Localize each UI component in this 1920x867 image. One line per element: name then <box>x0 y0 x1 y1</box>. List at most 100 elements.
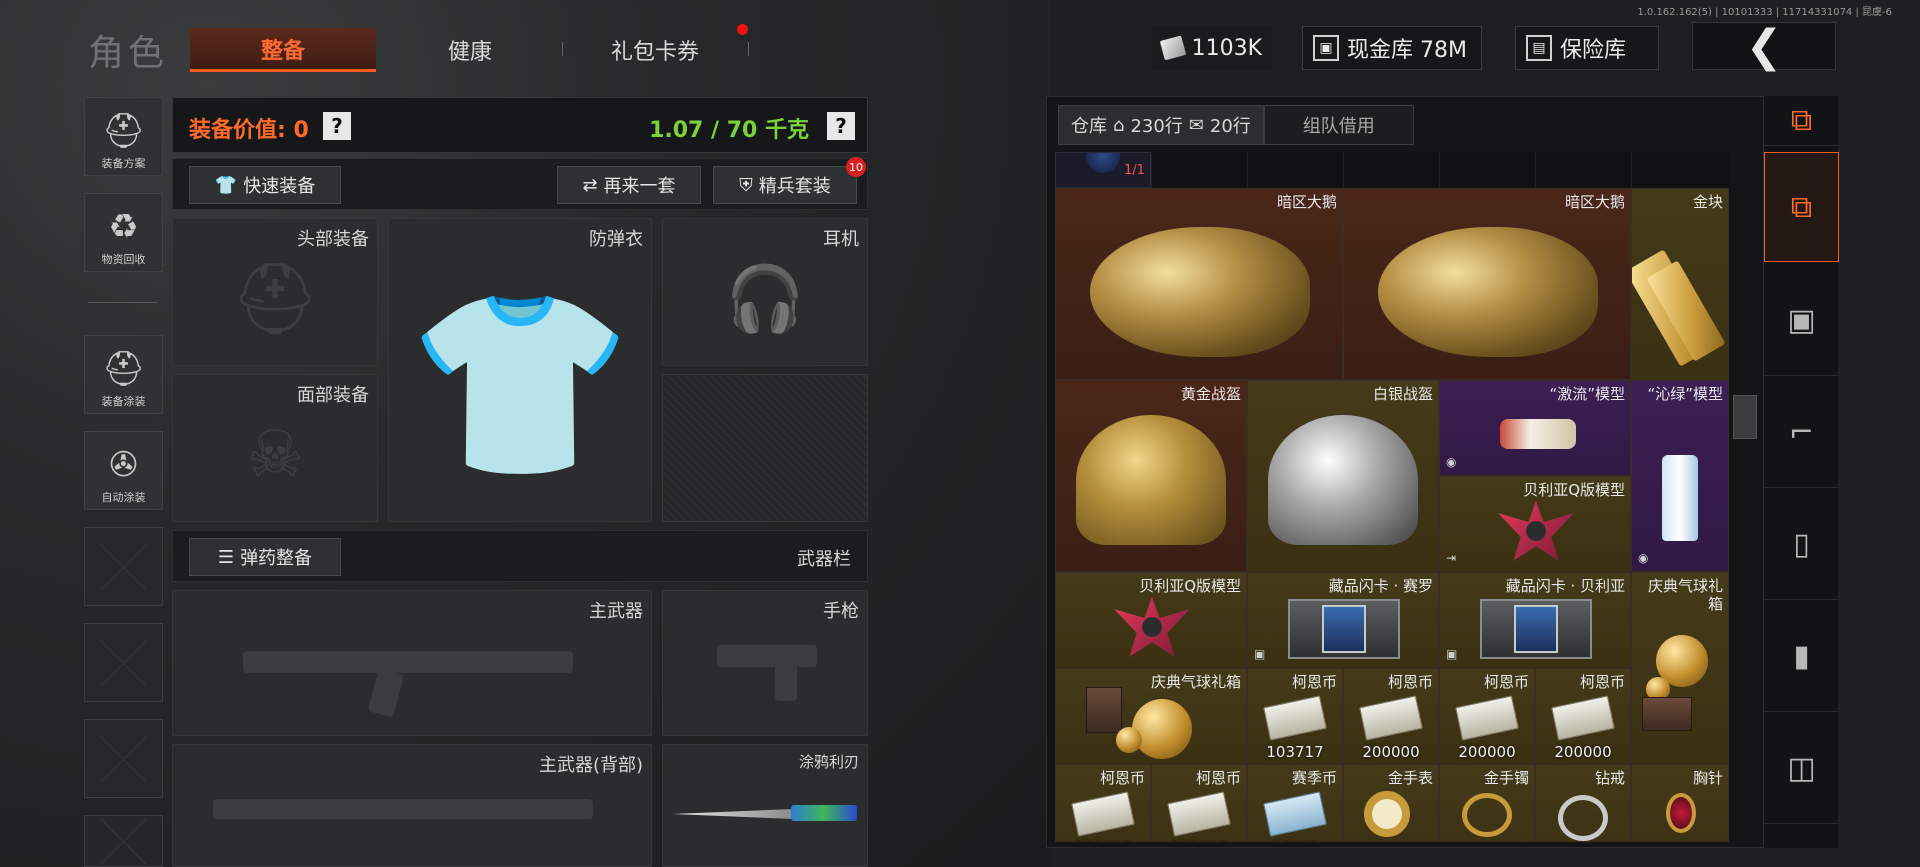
sidebar-item-recycle[interactable]: ♻ 物资回收 <box>84 193 163 272</box>
sidebar-empty-slot <box>84 623 163 702</box>
refresh-icon: ⇄ <box>582 174 598 196</box>
tab-separator <box>748 42 749 56</box>
grid-item[interactable]: 胸针 <box>1631 764 1729 842</box>
grid-item[interactable]: 庆典气球礼箱 <box>1631 572 1729 764</box>
item-name: 黄金战盔 <box>1180 385 1241 403</box>
tab-health[interactable]: 健康 <box>400 28 540 72</box>
silver-helmet-icon <box>1268 415 1418 545</box>
tab-team-borrow[interactable]: 组队借用 <box>1263 105 1414 145</box>
paint-icon: ⛑ <box>101 349 146 389</box>
grid-item[interactable]: 藏品闪卡 · 赛罗 ▣ <box>1247 572 1439 668</box>
slot-label: 耳机 <box>823 229 859 250</box>
layers-refresh-icon: ⧉ <box>1790 103 1813 138</box>
safe-icon: ▤ <box>1526 35 1552 61</box>
category-attachment[interactable]: ◫ <box>1764 714 1839 824</box>
grid-item[interactable]: 庆典气球礼箱 <box>1055 668 1247 764</box>
slot-headset[interactable]: 耳机 🎧 <box>662 218 868 366</box>
grid-item[interactable]: 贝利亚Q版模型 ⇥ <box>1439 476 1631 572</box>
grid-item[interactable]: 钻戒 <box>1535 764 1631 842</box>
brooch-icon <box>1666 793 1696 833</box>
slot-armor[interactable]: 防弹衣 👕 <box>388 218 652 522</box>
grid-item[interactable]: 柯恩币 200000 <box>1343 668 1439 764</box>
tab-storage[interactable]: 仓库 ⌂ 230行 ✉ 20行 <box>1058 105 1264 145</box>
item-count: 1/1 <box>1124 163 1145 178</box>
sort-refresh-button[interactable]: ⧉ <box>1764 96 1839 146</box>
grid-item[interactable]: 柯恩币 200000 <box>1151 764 1247 842</box>
grid-item[interactable]: 金手表 <box>1343 764 1439 842</box>
tab-separator <box>562 42 563 56</box>
money-amount: 1103K <box>1191 35 1262 61</box>
grid-item[interactable]: 暗区大鹅 <box>1343 188 1631 380</box>
quick-equip-label: 快速装备 <box>243 176 316 197</box>
rifle-mag-icon <box>367 668 405 718</box>
rifle-icon <box>213 799 593 819</box>
cash-vault-button[interactable]: ▣ 现金库 78M <box>1302 26 1482 70</box>
sidebar-item-auto-paint[interactable]: ✇ 自动涂装 <box>84 431 163 510</box>
quick-equip-button[interactable]: 👕 快速装备 <box>189 166 341 204</box>
safe-button[interactable]: ▤ 保险库 <box>1515 26 1659 70</box>
grid-item[interactable]: 金手镯 <box>1439 764 1535 842</box>
recycle-icon: ♻ <box>108 207 139 247</box>
grid-item[interactable]: 黄金战盔 <box>1055 380 1247 572</box>
equipment-header: 装备价值: 0 ? 1.07 / 70 千克 ? <box>172 97 868 153</box>
ammo-icon: ☰ <box>217 546 235 568</box>
repeat-set-button[interactable]: ⇄ 再来一套 <box>557 166 701 204</box>
notification-dot <box>737 24 748 35</box>
grid-item[interactable]: 柯恩币 200000 <box>1535 668 1631 764</box>
slot-melee[interactable]: 涂鸦利刃 <box>662 744 868 867</box>
rifle-icon: ⌐ <box>1788 415 1815 450</box>
item-name: 柯恩币 <box>1387 673 1433 691</box>
category-magazine[interactable]: ▯ <box>1764 490 1839 600</box>
magazine-icon: ▯ <box>1793 527 1810 562</box>
grid-item[interactable]: 贝利亚Q版模型 <box>1055 572 1247 668</box>
slot-head[interactable]: 头部装备 ⛑ <box>172 218 378 366</box>
weight-help-button[interactable]: ? <box>827 112 855 140</box>
slot-label: 主武器 <box>589 601 643 622</box>
grid-item[interactable]: 柯恩币 103717 <box>1247 668 1343 764</box>
slot-primary-back[interactable]: 主武器(背部) <box>172 744 652 867</box>
category-all[interactable]: ⧉ <box>1764 152 1839 262</box>
tab-equip[interactable]: 整备 <box>190 28 376 72</box>
grid-item[interactable]: 柯恩币 200000 <box>1439 668 1535 764</box>
slot-face[interactable]: 面部装备 ☠ <box>172 374 378 522</box>
sidebar-item-paint[interactable]: ⛑ 装备涂装 <box>84 335 163 414</box>
back-button[interactable]: ❮ <box>1692 21 1836 72</box>
grid-item[interactable]: “激流”模型 ◉ <box>1439 380 1631 476</box>
grid-item[interactable]: 赛季币 36402 <box>1247 764 1343 842</box>
sidebar-item-loadout[interactable]: ⛑ 装备方案 <box>84 97 163 176</box>
grid-item[interactable]: “沁绿”模型 ◉ <box>1631 380 1729 572</box>
grid-item[interactable]: 柯恩币 200000 <box>1055 764 1151 842</box>
cash-stack-icon <box>1455 695 1519 741</box>
grid-item[interactable]: 金块 <box>1631 188 1729 380</box>
grid-item[interactable]: 暗区大鹅 <box>1055 188 1343 380</box>
category-rifle[interactable]: ⌐ <box>1764 378 1839 488</box>
tab-gift-coupons[interactable]: 礼包卡券 <box>570 28 740 72</box>
warehouse-scrollbar[interactable] <box>1733 395 1757 439</box>
item-name: 柯恩币 <box>1195 769 1241 787</box>
category-ammo[interactable]: ▮ <box>1764 602 1839 712</box>
slot-pistol[interactable]: 手枪 <box>662 590 868 736</box>
card-image-icon <box>1322 605 1366 653</box>
category-armor[interactable]: ▣ <box>1764 266 1839 376</box>
can-model-icon <box>1500 419 1576 449</box>
balloon-icon <box>1132 699 1192 759</box>
ammo-equip-button[interactable]: ☰ 弹药整备 <box>189 538 341 576</box>
sidebar-divider <box>88 302 158 303</box>
season-coin-icon <box>1263 791 1327 837</box>
grid-item[interactable]: 藏品闪卡 · 贝利亚 ▣ <box>1439 572 1631 668</box>
rifle-icon <box>243 651 573 673</box>
item-name: 金块 <box>1692 193 1723 211</box>
elite-set-button[interactable]: ⛨ 精兵套装 10 <box>713 157 866 204</box>
slot-primary-weapon[interactable]: 主武器 <box>172 590 652 736</box>
grid-item[interactable]: 白银战盔 <box>1247 380 1439 572</box>
item-name: 藏品闪卡 · 贝利亚 <box>1505 577 1625 595</box>
item-name: 金手镯 <box>1483 769 1529 787</box>
grid-item-partial[interactable]: 1/1 <box>1055 152 1151 188</box>
item-quantity: 200000 <box>1458 743 1516 761</box>
vest-icon: ▣ <box>1787 303 1816 338</box>
item-name: 庆典气球礼箱 <box>1150 673 1241 691</box>
bullet-icon: ▮ <box>1793 639 1810 674</box>
item-name: 柯恩币 <box>1579 673 1625 691</box>
help-button[interactable]: ? <box>323 112 351 140</box>
item-name: 柯恩币 <box>1483 673 1529 691</box>
